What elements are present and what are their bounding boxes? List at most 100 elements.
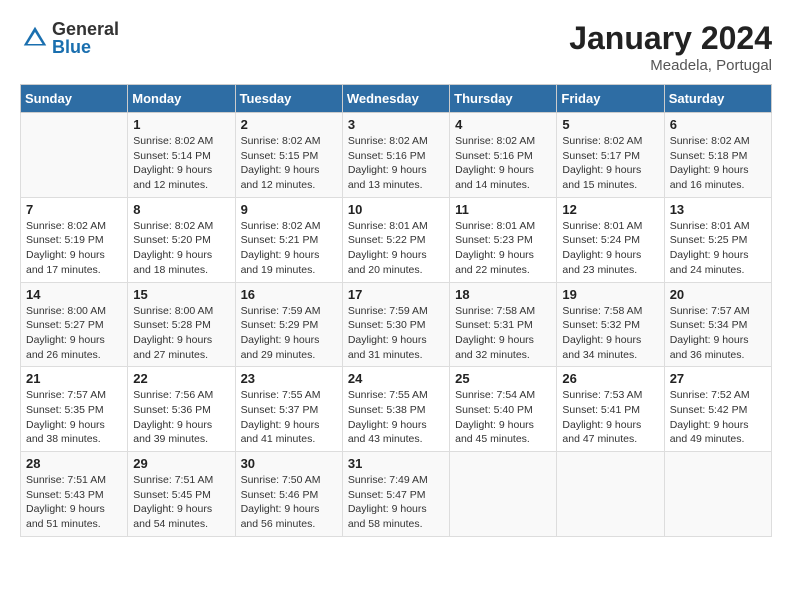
day-info: Sunrise: 7:55 AM Sunset: 5:38 PM Dayligh… [348,388,444,447]
day-number: 23 [241,371,337,386]
day-number: 7 [26,202,122,217]
day-number: 1 [133,117,229,132]
day-info: Sunrise: 8:02 AM Sunset: 5:16 PM Dayligh… [455,134,551,193]
calendar-table: SundayMondayTuesdayWednesdayThursdayFrid… [20,84,772,537]
calendar-cell: 20 Sunrise: 7:57 AM Sunset: 5:34 PM Dayli… [664,282,771,367]
day-number: 14 [26,287,122,302]
day-info: Sunrise: 7:53 AM Sunset: 5:41 PM Dayligh… [562,388,658,447]
calendar-cell [557,452,664,537]
day-number: 4 [455,117,551,132]
calendar-cell: 28 Sunrise: 7:51 AM Sunset: 5:43 PM Dayli… [21,452,128,537]
calendar-cell: 13Sunrise: 8:01 AM Sunset: 5:25 PM Dayli… [664,197,771,282]
calendar-cell: 17Sunrise: 7:59 AM Sunset: 5:30 PM Dayli… [342,282,449,367]
day-info: Sunrise: 8:02 AM Sunset: 5:20 PM Dayligh… [133,219,229,278]
col-header-friday: Friday [557,85,664,113]
col-header-sunday: Sunday [21,85,128,113]
day-info: Sunrise: 8:01 AM Sunset: 5:22 PM Dayligh… [348,219,444,278]
day-number: 25 [455,371,551,386]
logo-text: General Blue [52,20,119,56]
calendar-cell: 1 Sunrise: 8:02 AM Sunset: 5:14 PM Daylig… [128,113,235,198]
day-number: 16 [241,287,337,302]
title-block: January 2024 Meadela, Portugal [569,20,772,74]
day-info: Sunrise: 8:00 AM Sunset: 5:27 PM Dayligh… [26,304,122,363]
day-number: 19 [562,287,658,302]
calendar-cell: 7Sunrise: 8:02 AM Sunset: 5:19 PM Daylig… [21,197,128,282]
calendar-cell [450,452,557,537]
day-number: 21 [26,371,122,386]
calendar-cell: 3Sunrise: 8:02 AM Sunset: 5:16 PM Daylig… [342,113,449,198]
calendar-cell: 15 Sunrise: 8:00 AM Sunset: 5:28 PM Dayli… [128,282,235,367]
day-info: Sunrise: 8:02 AM Sunset: 5:21 PM Dayligh… [241,219,337,278]
calendar-cell: 21Sunrise: 7:57 AM Sunset: 5:35 PM Dayli… [21,367,128,452]
day-number: 27 [670,371,766,386]
day-number: 18 [455,287,551,302]
day-info: Sunrise: 8:02 AM Sunset: 5:18 PM Dayligh… [670,134,766,193]
calendar-cell: 10Sunrise: 8:01 AM Sunset: 5:22 PM Dayli… [342,197,449,282]
col-header-saturday: Saturday [664,85,771,113]
calendar-cell: 16Sunrise: 7:59 AM Sunset: 5:29 PM Dayli… [235,282,342,367]
day-info: Sunrise: 7:51 AM Sunset: 5:43 PM Dayligh… [26,473,122,532]
calendar-cell: 26Sunrise: 7:53 AM Sunset: 5:41 PM Dayli… [557,367,664,452]
day-number: 30 [241,456,337,471]
calendar-cell: 12 Sunrise: 8:01 AM Sunset: 5:24 PM Dayli… [557,197,664,282]
logo: General Blue [20,20,119,56]
day-info: Sunrise: 7:58 AM Sunset: 5:31 PM Dayligh… [455,304,551,363]
day-info: Sunrise: 8:00 AM Sunset: 5:28 PM Dayligh… [133,304,229,363]
day-info: Sunrise: 7:52 AM Sunset: 5:42 PM Dayligh… [670,388,766,447]
calendar-cell: 23 Sunrise: 7:55 AM Sunset: 5:37 PM Dayli… [235,367,342,452]
day-info: Sunrise: 7:51 AM Sunset: 5:45 PM Dayligh… [133,473,229,532]
calendar-cell: 18 Sunrise: 7:58 AM Sunset: 5:31 PM Dayli… [450,282,557,367]
page-header: General Blue January 2024 Meadela, Portu… [20,20,772,74]
day-info: Sunrise: 8:01 AM Sunset: 5:24 PM Dayligh… [562,219,658,278]
calendar-cell: 6Sunrise: 8:02 AM Sunset: 5:18 PM Daylig… [664,113,771,198]
day-info: Sunrise: 8:02 AM Sunset: 5:15 PM Dayligh… [241,134,337,193]
calendar-cell: 5 Sunrise: 8:02 AM Sunset: 5:17 PM Daylig… [557,113,664,198]
calendar-cell: 2Sunrise: 8:02 AM Sunset: 5:15 PM Daylig… [235,113,342,198]
day-number: 8 [133,202,229,217]
calendar-cell: 8 Sunrise: 8:02 AM Sunset: 5:20 PM Daylig… [128,197,235,282]
day-info: Sunrise: 8:02 AM Sunset: 5:14 PM Dayligh… [133,134,229,193]
day-info: Sunrise: 7:59 AM Sunset: 5:30 PM Dayligh… [348,304,444,363]
day-info: Sunrise: 7:55 AM Sunset: 5:37 PM Dayligh… [241,388,337,447]
logo-general: General [52,20,119,38]
calendar-cell: 19 Sunrise: 7:58 AM Sunset: 5:32 PM Dayli… [557,282,664,367]
calendar-week-1: 1 Sunrise: 8:02 AM Sunset: 5:14 PM Daylig… [21,113,772,198]
day-number: 12 [562,202,658,217]
day-number: 31 [348,456,444,471]
day-number: 29 [133,456,229,471]
day-info: Sunrise: 7:58 AM Sunset: 5:32 PM Dayligh… [562,304,658,363]
calendar-week-2: 7Sunrise: 8:02 AM Sunset: 5:19 PM Daylig… [21,197,772,282]
month-year: January 2024 [569,20,772,57]
calendar-cell: 14 Sunrise: 8:00 AM Sunset: 5:27 PM Dayli… [21,282,128,367]
day-info: Sunrise: 7:54 AM Sunset: 5:40 PM Dayligh… [455,388,551,447]
day-number: 20 [670,287,766,302]
location: Meadela, Portugal [569,57,772,74]
day-number: 22 [133,371,229,386]
calendar-cell: 4 Sunrise: 8:02 AM Sunset: 5:16 PM Daylig… [450,113,557,198]
day-info: Sunrise: 8:01 AM Sunset: 5:25 PM Dayligh… [670,219,766,278]
calendar-week-5: 28 Sunrise: 7:51 AM Sunset: 5:43 PM Dayli… [21,452,772,537]
day-number: 24 [348,371,444,386]
day-info: Sunrise: 8:01 AM Sunset: 5:23 PM Dayligh… [455,219,551,278]
day-number: 9 [241,202,337,217]
calendar-cell: 31 Sunrise: 7:49 AM Sunset: 5:47 PM Dayli… [342,452,449,537]
col-header-thursday: Thursday [450,85,557,113]
day-info: Sunrise: 7:56 AM Sunset: 5:36 PM Dayligh… [133,388,229,447]
calendar-cell: 30 Sunrise: 7:50 AM Sunset: 5:46 PM Dayli… [235,452,342,537]
calendar-cell [664,452,771,537]
logo-icon [20,23,50,53]
day-info: Sunrise: 8:02 AM Sunset: 5:17 PM Dayligh… [562,134,658,193]
day-info: Sunrise: 8:02 AM Sunset: 5:16 PM Dayligh… [348,134,444,193]
calendar-cell [21,113,128,198]
day-number: 5 [562,117,658,132]
day-info: Sunrise: 7:57 AM Sunset: 5:34 PM Dayligh… [670,304,766,363]
col-header-tuesday: Tuesday [235,85,342,113]
day-info: Sunrise: 7:50 AM Sunset: 5:46 PM Dayligh… [241,473,337,532]
calendar-cell: 9 Sunrise: 8:02 AM Sunset: 5:21 PM Daylig… [235,197,342,282]
day-number: 28 [26,456,122,471]
day-number: 15 [133,287,229,302]
day-info: Sunrise: 7:49 AM Sunset: 5:47 PM Dayligh… [348,473,444,532]
calendar-week-4: 21Sunrise: 7:57 AM Sunset: 5:35 PM Dayli… [21,367,772,452]
calendar-cell: 27 Sunrise: 7:52 AM Sunset: 5:42 PM Dayli… [664,367,771,452]
logo-blue: Blue [52,38,119,56]
